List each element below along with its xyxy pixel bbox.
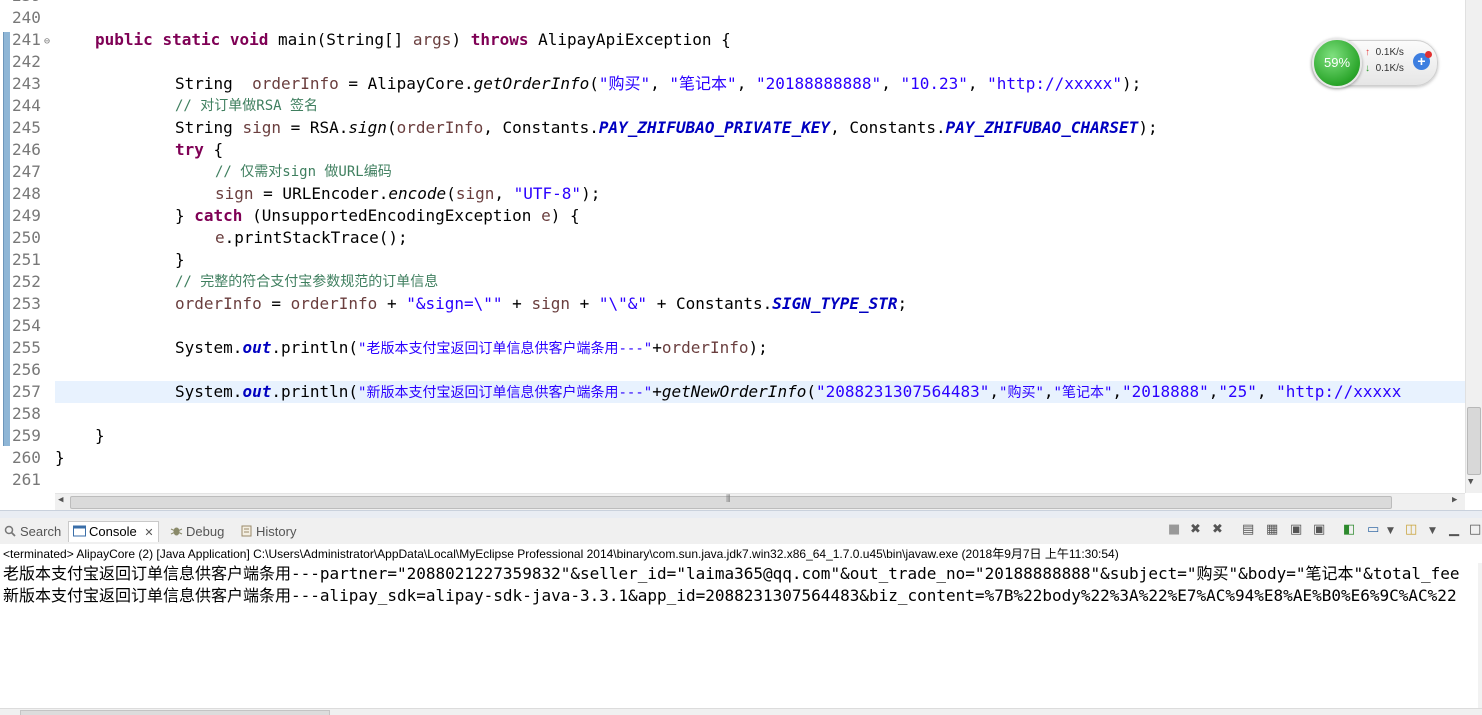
line-number: 255 xyxy=(12,338,41,357)
code-line-249[interactable]: } catch (UnsupportedEncodingException e)… xyxy=(175,205,580,227)
line-number: 248 xyxy=(12,184,41,203)
download-arrow-icon: ↓ xyxy=(1365,63,1370,74)
terminate-icon[interactable]: ■ xyxy=(1168,522,1180,537)
console-vertical-scrollbar[interactable] xyxy=(1478,563,1482,708)
line-number: 256 xyxy=(12,360,41,379)
view-tab-bar: Search Console ✕ Debug History xyxy=(0,518,1482,544)
line-number: 240 xyxy=(12,8,41,27)
maximize-icon[interactable]: □ xyxy=(1469,522,1481,537)
code-line-246[interactable]: try { xyxy=(175,139,223,161)
line-number: 261 xyxy=(12,470,41,489)
show-stdout-icon[interactable]: ▣ xyxy=(1313,522,1325,537)
dropdown-arrow-icon[interactable]: ▼ xyxy=(1387,526,1394,536)
tab-console[interactable]: Console ✕ xyxy=(68,521,159,542)
word-wrap-icon[interactable]: ▣ xyxy=(1290,522,1302,537)
search-icon xyxy=(4,525,16,537)
console-status-line: <terminated> AlipayCore (2) [Java Applic… xyxy=(3,547,1119,561)
history-icon xyxy=(241,525,252,537)
dropdown-arrow-icon[interactable]: ▼ xyxy=(1429,526,1436,536)
notification-dot-icon xyxy=(1425,51,1432,58)
line-number: 257 xyxy=(12,382,41,401)
scroll-left-arrow-icon[interactable]: ◀ xyxy=(58,495,63,505)
upload-speed: ↑ 0.1K/s xyxy=(1365,47,1404,58)
close-tab-icon[interactable]: ✕ xyxy=(144,527,153,539)
clear-console-icon[interactable]: ▤ xyxy=(1242,522,1254,537)
scroll-grip-icon: ⦀ xyxy=(726,494,731,505)
code-line-257[interactable]: System.out.println("新版本支付宝返回订单信息供客户端条用--… xyxy=(175,381,1401,403)
tab-history[interactable]: History xyxy=(240,522,296,542)
console-horizontal-scroll-thumb[interactable] xyxy=(20,710,330,715)
console-icon xyxy=(73,525,86,537)
code-line-253[interactable]: orderInfo = orderInfo + "&sign=\"" + sig… xyxy=(175,293,907,315)
line-number: 253 xyxy=(12,294,41,313)
line-number: 254 xyxy=(12,316,41,335)
editor-vertical-scroll-thumb[interactable] xyxy=(1467,407,1481,475)
download-speed: ↓ 0.1K/s xyxy=(1365,63,1404,74)
minimize-icon[interactable]: ▁ xyxy=(1449,522,1459,537)
scroll-down-arrow-icon[interactable]: ▼ xyxy=(1468,477,1473,487)
debug-icon xyxy=(170,527,183,536)
line-number: 258 xyxy=(12,404,41,423)
console-output[interactable]: 老版本支付宝返回订单信息供客户端条用---partner="2088021227… xyxy=(0,563,1478,703)
editor-horizontal-scroll-thumb[interactable] xyxy=(70,496,1392,509)
line-number: 244 xyxy=(12,96,41,115)
code-line-241[interactable]: public static void main(String[] args) t… xyxy=(95,29,731,51)
line-number: 243 xyxy=(12,74,41,93)
code-line-244[interactable]: // 对订单做RSA 签名 xyxy=(175,95,318,117)
tab-search[interactable]: Search xyxy=(4,522,61,542)
line-number: 247 xyxy=(12,162,41,181)
display-console-icon[interactable]: ▭ xyxy=(1367,522,1379,537)
code-line-259[interactable]: } xyxy=(95,425,105,447)
remove-launch-icon[interactable]: ✖ xyxy=(1190,522,1201,537)
fold-collapse-icon[interactable]: ⊖ xyxy=(44,36,50,47)
line-number: 241 xyxy=(12,30,41,49)
code-editor[interactable]: 239 240 241 ⊖ 242 243 244 245 246 247 24… xyxy=(0,0,1482,510)
code-line-243[interactable]: String orderInfo = AlipayCore.getOrderIn… xyxy=(175,73,1141,95)
scroll-right-arrow-icon[interactable]: ▶ xyxy=(1452,495,1457,505)
upload-arrow-icon: ↑ xyxy=(1365,47,1370,58)
line-number: 245 xyxy=(12,118,41,137)
line-number: 259 xyxy=(12,426,41,445)
code-line-250[interactable]: e.printStackTrace(); xyxy=(215,227,408,249)
code-line-251[interactable]: } xyxy=(175,249,185,271)
code-area[interactable]: public static void main(String[] args) t… xyxy=(55,0,1465,498)
line-number: 249 xyxy=(12,206,41,225)
code-line-260[interactable]: } xyxy=(55,447,65,469)
scroll-lock-icon[interactable]: ▦ xyxy=(1266,522,1278,537)
line-number: 251 xyxy=(12,250,41,269)
line-number: 239 xyxy=(12,0,41,7)
pin-console-icon[interactable]: ◧ xyxy=(1343,522,1355,537)
console-output-line[interactable]: 新版本支付宝返回订单信息供客户端条用---alipay_sdk=alipay-s… xyxy=(3,585,1457,607)
code-line-255[interactable]: System.out.println("老版本支付宝返回订单信息供客户端条用--… xyxy=(175,337,768,359)
open-console-icon[interactable]: ◫ xyxy=(1405,522,1417,537)
code-line-252[interactable]: // 完整的符合支付宝参数规范的订单信息 xyxy=(175,271,438,293)
line-number: 242 xyxy=(12,52,41,71)
code-line-248[interactable]: sign = URLEncoder.encode(sign, "UTF-8"); xyxy=(215,183,600,205)
change-ruler xyxy=(3,32,10,446)
cpu-usage-indicator[interactable]: 59% xyxy=(1312,38,1362,88)
code-line-247[interactable]: // 仅需对sign 做URL编码 xyxy=(215,161,392,183)
code-line-245[interactable]: String sign = RSA.sign(orderInfo, Consta… xyxy=(175,117,1158,139)
line-number: 250 xyxy=(12,228,41,247)
console-output-line[interactable]: 老版本支付宝返回订单信息供客户端条用---partner="2088021227… xyxy=(3,563,1460,585)
line-number: 246 xyxy=(12,140,41,159)
tab-debug[interactable]: Debug xyxy=(170,522,224,542)
remove-all-icon[interactable]: ✖ xyxy=(1212,522,1223,537)
line-number: 260 xyxy=(12,448,41,467)
line-number: 252 xyxy=(12,272,41,291)
